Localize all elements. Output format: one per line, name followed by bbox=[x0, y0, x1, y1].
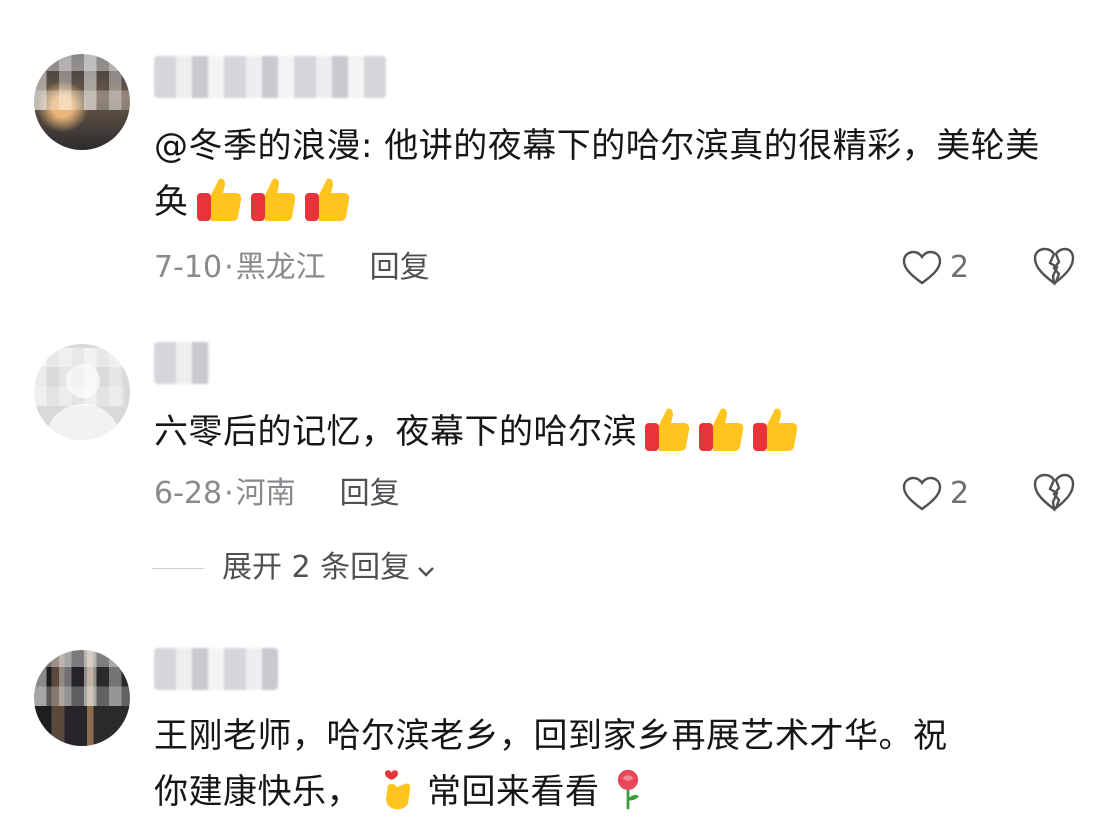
like-count: 2 bbox=[950, 250, 970, 285]
chevron-down-icon bbox=[418, 567, 435, 577]
like-button[interactable]: 2 bbox=[902, 472, 992, 516]
like-button[interactable]: 2 bbox=[902, 246, 992, 290]
thumbs-up-icon bbox=[751, 405, 799, 453]
comment-text: 六零后的记忆，夜幕下的哈尔滨 bbox=[154, 404, 1074, 460]
reply-button[interactable]: 回复 bbox=[370, 250, 430, 285]
dislike-button[interactable] bbox=[1032, 472, 1076, 516]
comment-text: @冬季的浪漫: 他讲的夜幕下的哈尔滨真的很精彩，美轮美奂 bbox=[154, 118, 1074, 230]
expand-replies-button[interactable]: 展开 2 条回复 bbox=[152, 548, 436, 588]
comment-text: 王刚老师，哈尔滨老乡，回到家乡再展艺术才华。祝 你建康快乐， 常回来看看 bbox=[154, 708, 1074, 820]
dislike-button[interactable] bbox=[1032, 246, 1076, 290]
comment-location: 黑龙江 bbox=[235, 250, 326, 285]
default-avatar-body bbox=[48, 404, 118, 440]
comment-body: 六零后的记忆，夜幕下的哈尔滨 bbox=[154, 412, 637, 452]
username-blurred[interactable] bbox=[154, 342, 210, 384]
broken-heart-icon bbox=[1033, 247, 1075, 286]
avatar-mosaic bbox=[34, 52, 134, 110]
like-count: 2 bbox=[950, 476, 970, 511]
username-blurred[interactable] bbox=[154, 56, 386, 98]
thumbs-up-icon bbox=[303, 175, 351, 223]
avatar-mosaic bbox=[34, 348, 124, 406]
heart-hands-icon bbox=[375, 765, 423, 813]
comment-location: 河南 bbox=[235, 476, 296, 511]
separator: · bbox=[224, 250, 234, 285]
comment-body-segment: 常回来看看 bbox=[427, 772, 600, 812]
comment-body-segment: 你建康快乐， bbox=[154, 772, 361, 812]
reply-button[interactable]: 回复 bbox=[340, 476, 400, 511]
separator: · bbox=[224, 476, 234, 511]
comment-date: 6-28 bbox=[154, 476, 223, 511]
expand-replies-label: 展开 2 条回复 bbox=[222, 550, 411, 585]
thumbs-up-icon bbox=[643, 405, 691, 453]
username-blurred[interactable] bbox=[154, 648, 278, 690]
comment-body-line-2: 你建康快乐， 常回来看看 bbox=[154, 764, 1074, 820]
heart-icon bbox=[902, 250, 942, 285]
divider bbox=[152, 568, 204, 569]
thumbs-up-icon bbox=[195, 175, 243, 223]
rose-icon bbox=[606, 765, 654, 813]
avatar-mosaic bbox=[34, 648, 134, 706]
comment-date: 7-10 bbox=[154, 250, 223, 285]
broken-heart-icon bbox=[1033, 473, 1075, 512]
thumbs-up-icon bbox=[697, 405, 745, 453]
comment-body-line-1: 王刚老师，哈尔滨老乡，回到家乡再展艺术才华。祝 bbox=[154, 716, 948, 756]
comment-meta: 6-28·河南 回复 bbox=[154, 474, 400, 514]
thumbs-up-icon bbox=[249, 175, 297, 223]
comment-meta: 7-10·黑龙江 回复 bbox=[154, 248, 430, 288]
heart-icon bbox=[902, 476, 942, 511]
